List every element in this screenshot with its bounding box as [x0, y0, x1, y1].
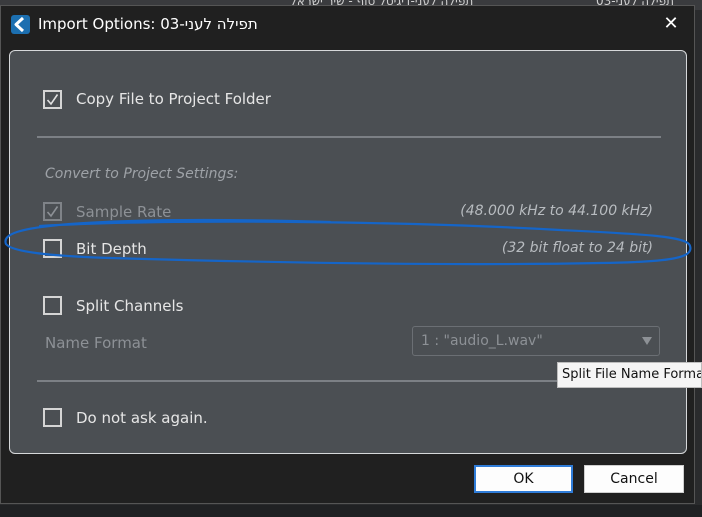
name-format-value: 1 : "audio_L.wav": [421, 333, 543, 349]
name-format-tooltip: Split File Name Format: [557, 362, 702, 388]
bit-depth-label[interactable]: Bit Depth: [76, 240, 147, 258]
copy-file-label[interactable]: Copy File to Project Folder: [76, 90, 271, 108]
dialog-title: Import Options: 03-תפילה לעני: [38, 15, 258, 33]
dialog-titlebar: Import Options: 03-תפילה לעני ✕: [1, 6, 694, 42]
do-not-ask-checkbox[interactable]: [43, 408, 62, 427]
cubase-app-icon: [11, 15, 30, 34]
cancel-button[interactable]: Cancel: [584, 465, 684, 493]
bit-depth-detail: (32 bit float to 24 bit): [501, 240, 653, 256]
name-format-label: Name Format: [45, 334, 147, 352]
options-panel: Copy File to Project Folder Convert to P…: [9, 50, 687, 454]
checkmark-icon: [46, 206, 59, 218]
copy-file-checkbox[interactable]: [43, 90, 62, 109]
close-icon[interactable]: ✕: [658, 12, 684, 36]
ok-button[interactable]: OK: [474, 465, 573, 493]
split-channels-checkbox[interactable]: [43, 296, 62, 315]
sample-rate-detail: (48.000 kHz to 44.100 kHz): [460, 203, 653, 219]
do-not-ask-label[interactable]: Do not ask again.: [76, 409, 208, 427]
split-channels-label[interactable]: Split Channels: [76, 297, 183, 315]
import-options-dialog: Import Options: 03-תפילה לעני ✕ Copy Fil…: [0, 5, 695, 504]
background-window-bottom: [0, 505, 702, 517]
convert-settings-header: Convert to Project Settings:: [45, 166, 239, 182]
sample-rate-checkbox[interactable]: [43, 202, 62, 221]
divider: [37, 136, 661, 138]
sample-rate-label: Sample Rate: [76, 203, 172, 221]
bit-depth-checkbox[interactable]: [43, 239, 62, 258]
checkmark-icon: [46, 94, 59, 106]
chevron-down-icon: [642, 337, 652, 345]
name-format-select[interactable]: 1 : "audio_L.wav": [412, 326, 660, 356]
